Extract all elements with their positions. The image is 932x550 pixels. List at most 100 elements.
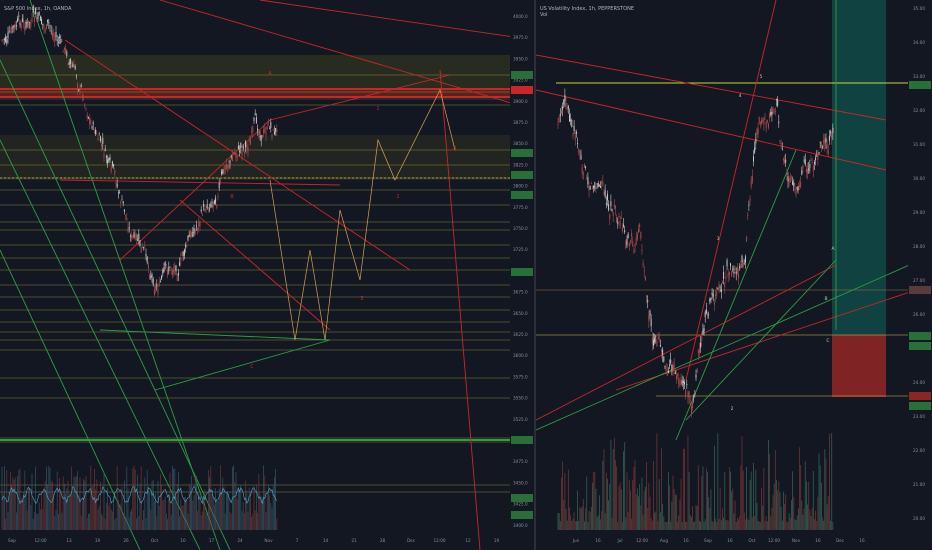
volume-bar [227,490,228,530]
wave-label: C [250,364,254,370]
time-axis-label: Aug [660,538,669,543]
volume-bar [44,481,46,530]
candle-body [785,159,787,163]
candle-body [213,200,215,205]
candle-body [246,144,248,149]
volume-bar [796,515,798,530]
volume-bar [824,449,826,530]
candle-body [1,39,3,41]
candle-body [703,328,705,332]
candle-body [704,312,706,318]
volume-bar [613,437,615,530]
volume-bar [619,482,621,530]
volume-bar [784,504,785,530]
volume-bar [79,477,81,530]
candle-body [245,141,247,148]
volume-bar [131,509,132,530]
candle-body [135,234,137,240]
candle-body [131,234,133,239]
candle-body [43,25,45,29]
volume-bar [208,470,209,530]
volume-bar [773,483,775,530]
volume-bar [191,475,192,530]
volume-bar [635,494,637,530]
volume-bar [216,499,218,530]
candle-body [569,114,570,122]
volume-bar [816,521,818,530]
candle-body [133,232,135,238]
candle-body [42,23,44,25]
candle-body [63,47,65,50]
wave-label: 4 [739,93,742,99]
volume-bar [17,476,18,530]
price-axis-label: 21.00 [913,482,925,487]
candle-body [606,193,608,201]
candle-body [61,41,63,42]
volume-bar [110,509,112,530]
volume-bar [112,511,113,530]
candle-body [754,147,756,153]
candle-body [583,164,585,168]
time-axis-label: 10 [180,538,186,543]
candle-body [826,144,828,149]
volume-bar [60,492,62,530]
candle-body [259,136,261,138]
candle-body [9,31,11,33]
candle-body [823,140,825,144]
candle-body [272,129,274,131]
left-chart-pane[interactable]: 1 2 3 4 5 A B C 4000.0 3975.0 3950.0 3925.0 3900.0 38… [0,0,534,550]
candle-body [143,247,145,248]
time-axis-label: 19 [95,538,101,543]
candle-body [207,207,209,209]
candle-body [144,245,146,246]
volume-bar [692,506,693,530]
volume-bar [708,497,710,530]
candle-body [87,116,89,119]
time-axis-label: Dec [836,538,845,543]
volume-bar [6,469,8,530]
volume-bar [725,520,727,530]
candle-body [237,146,239,149]
candle-body [807,169,809,174]
volume-bar [571,520,573,530]
candle-body [720,288,722,292]
volume-bar [114,519,116,530]
candle-body [205,210,207,212]
volume-bar [822,517,823,530]
wave-label: 2 [396,194,399,200]
candle-body [748,205,750,206]
candle-body [617,221,619,225]
candle-body [99,136,101,142]
volume-bar [206,513,208,530]
candle-body [19,22,21,25]
right-chart-canvas[interactable]: 54321ABC35.0034.0033.0032.0031.0030.0029… [536,0,932,550]
right-chart-pane[interactable]: 5 4 3 2 1 A B C 35.00 34.00 33.00 32.00 31.00 30.00 29… [536,0,932,550]
candle-body [666,370,668,376]
left-chart-canvas[interactable]: 12345ABC4000.03975.03950.03925.03900.038… [0,0,534,550]
price-tag [511,268,533,276]
volume-bar [654,512,655,530]
candle-body [180,257,182,262]
candle-body [588,187,590,191]
candle-body [49,25,51,27]
candle-body [156,284,158,287]
volume-bar [16,512,17,530]
red-trendline [59,179,341,186]
volume-bar [705,468,707,530]
candle-body [140,246,142,253]
volume-bar [605,472,607,530]
volume-bar [41,490,42,530]
candle-body [7,32,9,38]
candle-body [60,38,62,43]
volume-bar [109,502,111,530]
volume-bar [228,493,230,530]
volume-bar [102,516,104,530]
volume-bar [630,490,631,530]
volume-bar [618,486,620,530]
candle-body [682,380,684,384]
volume-bar [829,433,830,530]
candle-body [640,232,642,239]
candle-body [674,372,676,375]
volume-bar [269,495,270,530]
volume-bar [643,490,645,530]
